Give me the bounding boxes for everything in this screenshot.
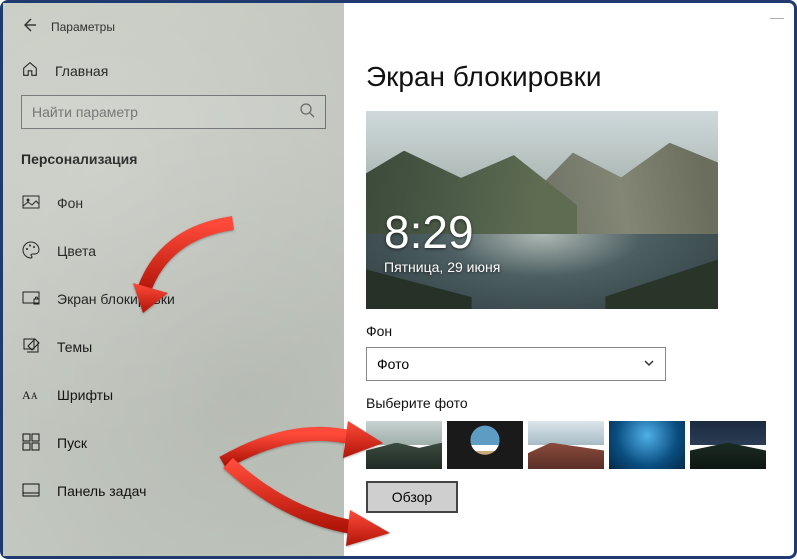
sidebar: Параметры Главная Персонализация Фон Цве…	[3, 3, 344, 556]
sidebar-item-start[interactable]: Пуск	[21, 419, 326, 467]
photo-thumbnails	[366, 421, 772, 469]
minimize-button[interactable]: —	[770, 9, 784, 25]
section-title: Персонализация	[21, 151, 326, 167]
svg-text:A: A	[22, 388, 31, 402]
home-link[interactable]: Главная	[21, 54, 326, 95]
lockscreen-preview: 8:29 Пятница, 29 июня	[366, 111, 718, 309]
fonts-icon: AA	[21, 384, 41, 407]
preview-date: Пятница, 29 июня	[384, 259, 500, 275]
titlebar: Параметры	[21, 13, 326, 54]
main-content: — Экран блокировки 8:29 Пятница, 29 июня…	[344, 3, 794, 556]
window-title: Параметры	[51, 20, 115, 34]
photo-thumb[interactable]	[366, 421, 442, 469]
background-dropdown[interactable]: Фото	[366, 347, 666, 381]
start-icon	[21, 432, 41, 455]
back-icon[interactable]	[21, 17, 37, 36]
search-field[interactable]	[32, 104, 299, 120]
sidebar-item-taskbar[interactable]: Панель задач	[21, 467, 326, 515]
sidebar-item-label: Шрифты	[57, 387, 113, 403]
picture-icon	[21, 192, 41, 215]
dropdown-value: Фото	[377, 356, 409, 372]
search-icon	[299, 102, 315, 123]
page-title: Экран блокировки	[366, 61, 772, 93]
photo-thumb[interactable]	[690, 421, 766, 469]
sidebar-item-label: Фон	[57, 195, 83, 211]
choose-photo-label: Выберите фото	[366, 395, 772, 411]
svg-text:A: A	[31, 391, 38, 401]
photo-thumb[interactable]	[609, 421, 685, 469]
sidebar-item-label: Панель задач	[57, 483, 146, 499]
sidebar-item-label: Экран блокировки	[57, 291, 175, 307]
browse-button[interactable]: Обзор	[366, 481, 458, 513]
sidebar-item-themes[interactable]: Темы	[21, 323, 326, 371]
preview-clock: 8:29 Пятница, 29 июня	[384, 209, 500, 275]
photo-thumb[interactable]	[528, 421, 604, 469]
sidebar-item-label: Темы	[57, 339, 92, 355]
preview-time: 8:29	[384, 209, 500, 255]
palette-icon	[21, 240, 41, 263]
home-label: Главная	[55, 63, 108, 79]
sidebar-item-label: Пуск	[57, 435, 87, 451]
themes-icon	[21, 336, 41, 359]
taskbar-icon	[21, 480, 41, 503]
sidebar-item-colors[interactable]: Цвета	[21, 227, 326, 275]
background-label: Фон	[366, 323, 772, 339]
home-icon	[21, 60, 39, 81]
sidebar-item-lockscreen[interactable]: Экран блокировки	[21, 275, 326, 323]
sidebar-item-fonts[interactable]: AA Шрифты	[21, 371, 326, 419]
chevron-down-icon	[643, 356, 655, 372]
photo-thumb[interactable]	[447, 421, 523, 469]
sidebar-item-label: Цвета	[57, 243, 96, 259]
window-controls: —	[770, 9, 784, 25]
search-input[interactable]	[21, 95, 326, 129]
lockscreen-icon	[21, 288, 41, 311]
sidebar-item-background[interactable]: Фон	[21, 179, 326, 227]
